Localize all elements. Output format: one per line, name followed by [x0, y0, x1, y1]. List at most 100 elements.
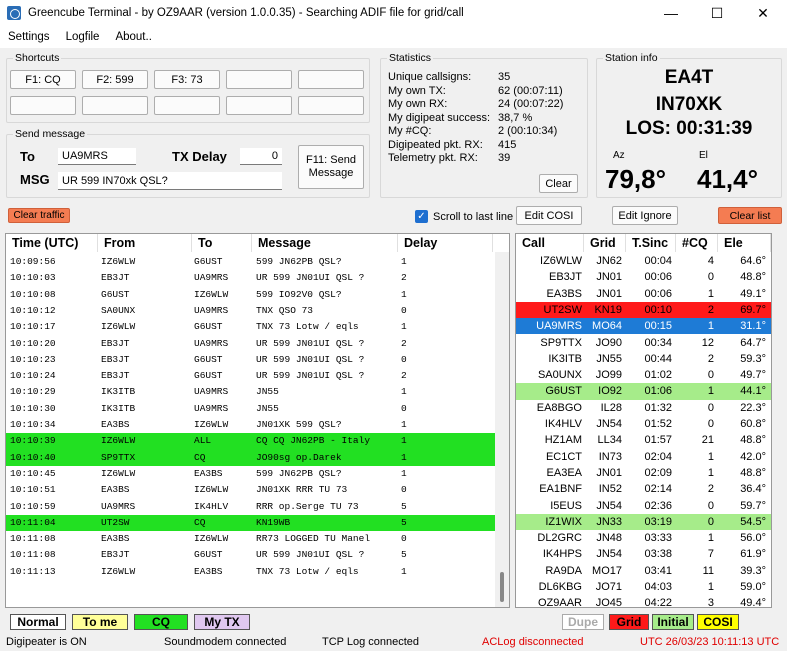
elevation-label: El	[699, 150, 708, 161]
column-header-time[interactable]: Time (UTC)	[6, 234, 98, 252]
shortcut-button-9[interactable]	[226, 96, 292, 115]
callsign-row[interactable]: I5EUS JN54 02:36 0 59.7°	[516, 498, 771, 514]
traffic-row[interactable]: 10:10:59 UA9MRS IK4HLV RRR op.Serge TU 73 5	[6, 499, 495, 515]
traffic-row[interactable]: 10:10:08 G6UST IZ6WLW 599 IO92V0 QSL? 1	[6, 287, 495, 303]
clear-traffic-button[interactable]: Clear traffic	[8, 208, 70, 223]
clear-stats-button[interactable]: Clear	[539, 174, 578, 193]
edit-cosi-button[interactable]: Edit COSI	[516, 206, 582, 225]
shortcut-button-10[interactable]	[298, 96, 364, 115]
callsign-row[interactable]: OZ9AAR JO45 04:22 3 49.4°	[516, 595, 771, 607]
traffic-row[interactable]: 10:11:08 EA3BS IZ6WLW RR73 LOGGED TU Manel 0	[6, 531, 495, 547]
callsign-row[interactable]: DL2GRC JN48 03:33 1 56.0°	[516, 530, 771, 546]
traffic-cell-from: EB3JT	[101, 549, 130, 561]
callsign-cell-ele: 48.8°	[740, 271, 766, 284]
menu-logfile[interactable]: Logfile	[58, 31, 108, 43]
shortcut-button-8[interactable]	[154, 96, 220, 115]
callsign-row[interactable]: IZ1WIX JN33 03:19 0 54.5°	[516, 513, 771, 531]
callsign-row[interactable]: SA0UNX JO99 01:02 0 49.7°	[516, 367, 771, 383]
traffic-cell-from: IZ6WLW	[101, 565, 136, 577]
traffic-row[interactable]: 10:10:12 SA0UNX UA9MRS TNX QSO 73 0	[6, 303, 495, 319]
callsign-cell-tsinc: 02:04	[644, 450, 672, 463]
scroll-checkbox[interactable]: ✓	[415, 210, 428, 223]
callsign-cell-cq: 2	[707, 483, 714, 496]
callsign-table: Call Grid T.Sinc #CQ Ele IZ6WLW JN62 00:04…	[515, 233, 772, 608]
callsign-row[interactable]: SP9TTX JO90 00:34 12 64.7°	[516, 335, 771, 351]
column-header-delay[interactable]: Delay	[398, 234, 493, 252]
callsign-row[interactable]: IZ6WLW JN62 00:04 4 64.6°	[516, 253, 771, 269]
traffic-row[interactable]: 10:10:29 IK3ITB UA9MRS JN55 1	[6, 384, 495, 400]
traffic-scrollbar[interactable]	[495, 252, 509, 607]
callsign-row[interactable]: UA9MRS MO64 00:15 1 31.1°	[516, 318, 771, 335]
callsign-row[interactable]: EC1CT IN73 02:04 1 42.0°	[516, 449, 771, 465]
callsign-row[interactable]: RA9DA MO17 03:41 11 39.3°	[516, 563, 771, 579]
traffic-cell-to: G6UST	[194, 549, 223, 561]
column-header-call[interactable]: Call	[516, 234, 584, 252]
column-header-from[interactable]: From	[98, 234, 192, 252]
shortcut-button-7[interactable]	[82, 96, 148, 115]
callsign-row[interactable]: EA8BGO IL28 01:32 0 22.3°	[516, 400, 771, 416]
status-aclog: ACLog disconnected	[482, 636, 584, 648]
tx-delay-input[interactable]: 0	[240, 148, 282, 165]
traffic-row[interactable]: 10:10:17 IZ6WLW G6UST TNX 73 Lotw / eqls 1	[6, 319, 495, 335]
legend-normal: Normal	[10, 614, 66, 630]
to-callsign-input[interactable]: UA9MRS	[58, 148, 136, 165]
column-header-to[interactable]: To	[192, 234, 252, 252]
callsign-cell-cq: 1	[707, 450, 714, 463]
edit-ignore-button[interactable]: Edit Ignore	[612, 206, 678, 225]
callsign-cell-ele: 59.0°	[740, 581, 766, 593]
callsign-row[interactable]: EA3BS JN01 00:06 1 49.1°	[516, 286, 771, 302]
callsign-row[interactable]: G6UST IO92 01:06 1 44.1°	[516, 383, 771, 400]
traffic-row[interactable]: 10:10:24 EB3JT G6UST UR 599 JN01UI QSL ? 2	[6, 368, 495, 384]
menu-about[interactable]: About..	[107, 31, 159, 43]
traffic-scrollbar-thumb[interactable]	[500, 572, 504, 602]
traffic-cell-delay: 2	[401, 337, 407, 349]
maximize-button[interactable]: ☐	[694, 0, 740, 26]
callsign-row[interactable]: EA1BNF IN52 02:14 2 36.4°	[516, 481, 771, 497]
column-header-tsinc[interactable]: T.Sinc	[626, 234, 676, 252]
callsign-row[interactable]: DL6KBG JO71 04:03 1 59.0°	[516, 579, 771, 595]
close-button[interactable]: ✕	[740, 0, 786, 26]
callsign-cell-tsinc: 03:33	[644, 532, 672, 545]
shortcut-button-5[interactable]	[298, 70, 364, 89]
shortcut-button-4[interactable]	[226, 70, 292, 89]
traffic-row[interactable]: 10:11:04 UT2SW CQ KN19WB 5	[6, 514, 495, 532]
callsign-row[interactable]: EB3JT JN01 00:06 0 48.8°	[516, 269, 771, 285]
traffic-cell-time: 10:11:13	[10, 565, 56, 577]
traffic-row[interactable]: 10:10:34 EA3BS IZ6WLW JN01XK 599 QSL? 1	[6, 417, 495, 433]
column-header-message[interactable]: Message	[252, 234, 398, 252]
callsign-cell-grid: JN01	[596, 287, 622, 300]
traffic-row[interactable]: 10:10:45 IZ6WLW EA3BS 599 JN62PB QSL? 1	[6, 466, 495, 482]
callsign-row[interactable]: IK4HPS JN54 03:38 7 61.9°	[516, 546, 771, 562]
traffic-row[interactable]: 10:10:20 EB3JT UA9MRS UR 599 JN01UI QSL ? 2	[6, 336, 495, 352]
traffic-cell-time: 10:10:03	[10, 272, 56, 284]
traffic-row[interactable]: 10:09:56 IZ6WLW G6UST 599 JN62PB QSL? 1	[6, 254, 495, 270]
traffic-cell-time: 10:10:40	[10, 451, 56, 463]
traffic-row[interactable]: 10:11:08 EB3JT G6UST UR 599 JN01UI QSL ? 5	[6, 547, 495, 563]
status-utc-time: UTC 26/03/23 10:11:13 UTC	[640, 636, 780, 648]
traffic-row[interactable]: 10:10:23 EB3JT G6UST UR 599 JN01UI QSL ? 0	[6, 352, 495, 368]
shortcut-button-6[interactable]	[10, 96, 76, 115]
shortcut-button-f3[interactable]: F3: 73	[154, 70, 220, 89]
traffic-row[interactable]: 10:10:39 IZ6WLW ALL CQ CQ JN62PB - Italy 1	[6, 433, 495, 450]
callsign-row[interactable]: HZ1AM LL34 01:57 21 48.8°	[516, 432, 771, 448]
shortcut-button-f2[interactable]: F2: 599	[82, 70, 148, 89]
traffic-row[interactable]: 10:10:40 SP9TTX CQ JO90sg op.Darek 1	[6, 449, 495, 466]
traffic-row[interactable]: 10:10:03 EB3JT UA9MRS UR 599 JN01UI QSL ? 2	[6, 270, 495, 286]
callsign-cell-tsinc: 00:06	[644, 271, 672, 284]
column-header-cq[interactable]: #CQ	[676, 234, 718, 252]
clear-list-button[interactable]: Clear list	[718, 207, 782, 224]
column-header-ele[interactable]: Ele	[718, 234, 771, 252]
send-message-button[interactable]: F11: Send Message	[298, 145, 364, 189]
callsign-row[interactable]: EA3EA JN01 02:09 1 48.8°	[516, 465, 771, 481]
menu-settings[interactable]: Settings	[0, 31, 58, 43]
traffic-row[interactable]: 10:10:30 IK3ITB UA9MRS JN55 0	[6, 401, 495, 417]
traffic-row[interactable]: 10:11:13 IZ6WLW EA3BS TNX 73 Lotw / eqls 1	[6, 564, 495, 580]
traffic-row[interactable]: 10:10:51 EA3BS IZ6WLW JN01XK RRR TU 73 0	[6, 482, 495, 498]
callsign-row[interactable]: IK3ITB JN55 00:44 2 59.3°	[516, 351, 771, 367]
callsign-row[interactable]: IK4HLV JN54 01:52 0 60.8°	[516, 416, 771, 432]
message-input[interactable]: UR 599 IN70xk QSL?	[58, 172, 282, 190]
callsign-row[interactable]: UT2SW KN19 00:10 2 69.7°	[516, 301, 771, 319]
shortcut-button-f1[interactable]: F1: CQ	[10, 70, 76, 89]
column-header-grid[interactable]: Grid	[584, 234, 626, 252]
minimize-button[interactable]: —	[648, 0, 694, 26]
